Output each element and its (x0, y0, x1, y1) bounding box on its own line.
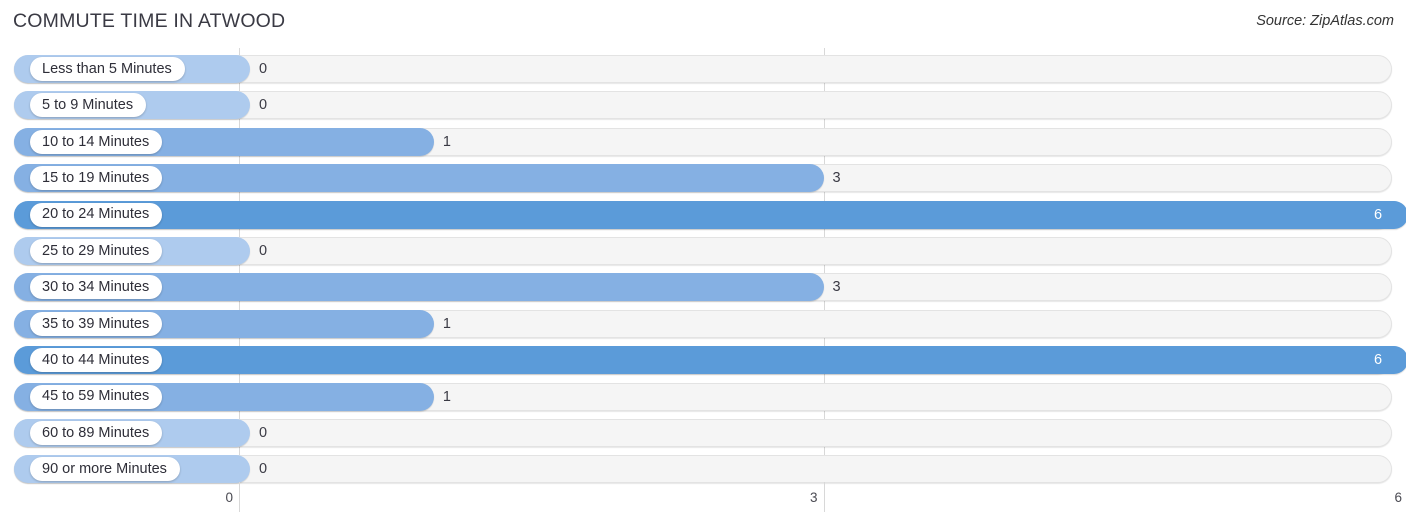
bar-value-label: 6 (1374, 352, 1383, 369)
page-title: COMMUTE TIME IN ATWOOD (13, 10, 286, 32)
source-attribution: Source: ZipAtlas.com (1256, 13, 1394, 29)
bar-label-pill: Less than 5 Minutes (30, 57, 185, 81)
bar-label-pill: 60 to 89 Minutes (30, 421, 163, 445)
bar-value-label: 3 (832, 170, 841, 187)
bar-row[interactable]: 25 to 29 Minutes 0 (14, 237, 1392, 265)
bar-value-label: 3 (832, 279, 841, 296)
bar-rows: Less than 5 Minutes 0 5 to 9 Minutes 0 10 to… (0, 48, 1406, 485)
bar-value-label: 1 (442, 133, 451, 150)
bar-row[interactable]: 45 to 59 Minutes 1 (14, 382, 1392, 411)
bar-row[interactable]: 5 to 9 Minutes 0 (14, 91, 1392, 120)
bar-category-label: 5 to 9 Minutes (42, 97, 134, 114)
bar-category-label: 25 to 29 Minutes (42, 242, 150, 259)
bar-value-label: 0 (259, 461, 268, 478)
bar-label-pill: 20 to 24 Minutes (30, 202, 163, 227)
bar-label-pill: 10 to 14 Minutes (30, 129, 163, 154)
bar-value-label: 0 (259, 243, 268, 259)
chart-container: COMMUTE TIME IN ATWOOD Source: ZipAtlas.… (0, 0, 1406, 523)
bar-label-pill: 35 to 39 Minutes (30, 311, 163, 336)
bar-label-pill: 15 to 19 Minutes (30, 166, 163, 191)
bar-category-label: 35 to 39 Minutes (42, 315, 150, 332)
bar-row[interactable]: 20 to 24 Minutes 6 (14, 200, 1406, 229)
bar-fill (14, 346, 1406, 375)
bar-category-label: 60 to 89 Minutes (42, 424, 150, 441)
bar-value-label: 6 (1374, 206, 1383, 223)
bar-category-label: 20 to 24 Minutes (42, 206, 150, 223)
bar-category-label: 40 to 44 Minutes (42, 351, 150, 368)
bar-category-label: 45 to 59 Minutes (42, 388, 150, 405)
bar-row[interactable]: 60 to 89 Minutes 0 (14, 419, 1392, 447)
bar-row[interactable]: 40 to 44 Minutes 6 (14, 346, 1406, 375)
bar-category-label: Less than 5 Minutes (42, 60, 172, 77)
plot-area: Less than 5 Minutes 0 5 to 9 Minutes 0 10 to… (0, 48, 1406, 485)
bar-label-pill: 90 or more Minutes (30, 457, 180, 482)
bar-label-pill: 40 to 44 Minutes (30, 348, 163, 373)
bar-label-pill: 30 to 34 Minutes (30, 275, 163, 300)
bar-label-pill: 25 to 29 Minutes (30, 239, 163, 263)
bar-fill (14, 200, 1406, 229)
bar-value-label: 0 (259, 425, 268, 441)
bar-category-label: 15 to 19 Minutes (42, 169, 150, 186)
bar-category-label: 90 or more Minutes (42, 461, 167, 478)
bar-label-pill: 45 to 59 Minutes (30, 384, 163, 409)
bar-value-label: 0 (259, 61, 268, 77)
axis-tick-line (239, 482, 240, 512)
bar-row[interactable]: 15 to 19 Minutes 3 (14, 164, 1392, 193)
axis-tick-label: 6 (1394, 490, 1402, 505)
axis-tick-label: 3 (809, 490, 818, 505)
bar-row[interactable]: 35 to 39 Minutes 1 (14, 309, 1392, 338)
x-axis: 0 3 6 (0, 482, 1406, 523)
bar-row[interactable]: 90 or more Minutes 0 (14, 455, 1392, 484)
bar-value-label: 0 (259, 97, 268, 114)
axis-tick-line (823, 482, 825, 512)
bar-row[interactable]: Less than 5 Minutes 0 (14, 55, 1392, 83)
axis-tick-label: 0 (225, 490, 233, 505)
bar-row[interactable]: 30 to 34 Minutes 3 (14, 273, 1392, 302)
bar-label-pill: 5 to 9 Minutes (30, 93, 147, 118)
bar-value-label: 1 (442, 315, 451, 332)
bar-category-label: 30 to 34 Minutes (42, 279, 150, 296)
bar-value-label: 1 (442, 388, 451, 405)
bar-row[interactable]: 10 to 14 Minutes 1 (14, 127, 1392, 156)
bar-category-label: 10 to 14 Minutes (42, 133, 150, 150)
